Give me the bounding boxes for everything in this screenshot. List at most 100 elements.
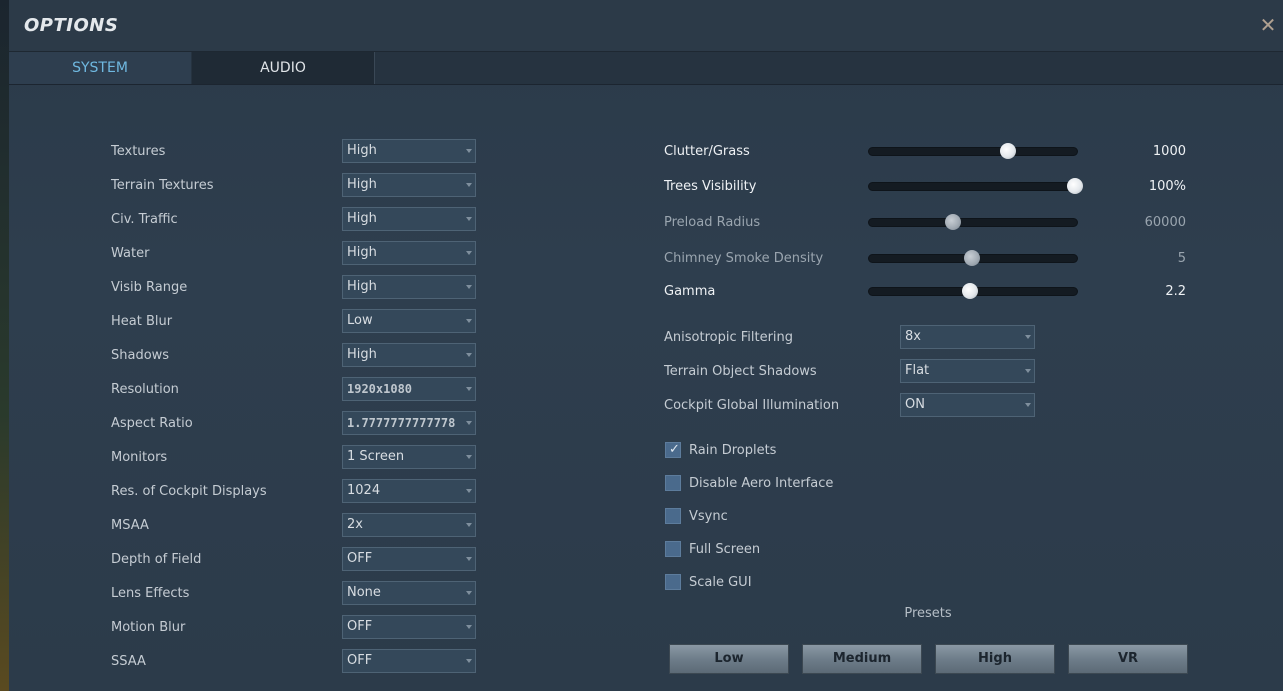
select-value: High: [347, 211, 377, 226]
preset-button-high[interactable]: High: [935, 644, 1055, 674]
checkbox-disable-aero-interface[interactable]: [665, 475, 681, 491]
select-value: 1.7777777777778: [347, 416, 456, 430]
select-value: 1024: [347, 483, 381, 498]
slider-trees-visibility[interactable]: [868, 178, 1083, 194]
chevron-down-icon: [466, 591, 472, 595]
tab-bar: SYSTEM AUDIO: [9, 52, 1283, 85]
slider-preload-radius[interactable]: [868, 214, 1078, 230]
close-icon[interactable]: ✕: [1259, 15, 1277, 35]
preset-button-medium[interactable]: Medium: [802, 644, 922, 674]
slider-thumb[interactable]: [963, 250, 980, 266]
select-value: High: [347, 279, 377, 294]
select-water[interactable]: High: [342, 241, 476, 265]
select-value: High: [347, 143, 377, 158]
setting-label-textures: Textures: [111, 144, 166, 159]
setting-label-res-of-cockpit-displays: Res. of Cockpit Displays: [111, 484, 267, 499]
select-civ-traffic[interactable]: High: [342, 207, 476, 231]
select-heat-blur[interactable]: Low: [342, 309, 476, 333]
select-lens-effects[interactable]: None: [342, 581, 476, 605]
select-value: 8x: [905, 329, 921, 344]
select-depth-of-field[interactable]: OFF: [342, 547, 476, 571]
select-value: OFF: [347, 551, 373, 566]
select-terrain-object-shadows[interactable]: Flat: [900, 359, 1035, 383]
chevron-down-icon: [466, 625, 472, 629]
chevron-down-icon: [466, 489, 472, 493]
chevron-down-icon: [1025, 335, 1031, 339]
setting-label-msaa: MSAA: [111, 518, 149, 533]
title-bar: OPTIONS ✕: [9, 0, 1283, 52]
checkbox-vsync[interactable]: [665, 508, 681, 524]
chevron-down-icon: [466, 455, 472, 459]
preset-button-low[interactable]: Low: [669, 644, 789, 674]
chevron-down-icon: [466, 149, 472, 153]
select-value: Low: [347, 313, 373, 328]
slider-chimney-smoke-density[interactable]: [868, 250, 1078, 266]
setting-label-motion-blur: Motion Blur: [111, 620, 186, 635]
chevron-down-icon: [466, 319, 472, 323]
presets-label: Presets: [904, 606, 952, 621]
chevron-down-icon: [466, 285, 472, 289]
select-value: 1920x1080: [347, 382, 413, 396]
select-msaa[interactable]: 2x: [342, 513, 476, 537]
select-value: High: [347, 177, 377, 192]
slider-thumb[interactable]: [1066, 178, 1083, 194]
checkbox-rain-droplets[interactable]: ✓: [665, 442, 681, 458]
select-textures[interactable]: High: [342, 139, 476, 163]
checkbox-label-vsync[interactable]: Vsync: [689, 509, 728, 524]
preset-button-vr[interactable]: VR: [1068, 644, 1188, 674]
select-res-of-cockpit-displays[interactable]: 1024: [342, 479, 476, 503]
setting-label-depth-of-field: Depth of Field: [111, 552, 202, 567]
slider-clutter-grass[interactable]: [868, 143, 1078, 159]
select-value: High: [347, 347, 377, 362]
select-cockpit-global-illumination[interactable]: ON: [900, 393, 1035, 417]
setting-label-shadows: Shadows: [111, 348, 170, 363]
slider-value-preload-radius: 60000: [1144, 215, 1186, 230]
setting-label-water: Water: [111, 246, 150, 261]
setting-label-visib-range: Visib Range: [111, 280, 188, 295]
select-resolution[interactable]: 1920x1080: [342, 377, 476, 401]
select-value: Flat: [905, 363, 930, 378]
window-title: OPTIONS: [24, 15, 119, 36]
slider-thumb[interactable]: [999, 143, 1016, 159]
setting-label-civ-traffic: Civ. Traffic: [111, 212, 178, 227]
checkbox-label-full-screen[interactable]: Full Screen: [689, 542, 760, 557]
chevron-down-icon: [1025, 369, 1031, 373]
slider-thumb[interactable]: [945, 214, 961, 230]
select-anisotropic-filtering[interactable]: 8x: [900, 325, 1035, 349]
checkbox-label-scale-gui[interactable]: Scale GUI: [689, 575, 752, 590]
select-value: None: [347, 585, 381, 600]
background-strip: [0, 0, 9, 691]
checkbox-label-disable-aero-interface[interactable]: Disable Aero Interface: [689, 476, 833, 491]
select-aspect-ratio[interactable]: 1.7777777777778: [342, 411, 476, 435]
select-value: ON: [905, 397, 925, 412]
select-value: OFF: [347, 619, 373, 634]
select-visib-range[interactable]: High: [342, 275, 476, 299]
slider-gamma[interactable]: [868, 283, 1078, 299]
slider-label-chimney-smoke-density: Chimney Smoke Density: [664, 251, 824, 266]
checkbox-scale-gui[interactable]: [665, 574, 681, 590]
setting-label-ssaa: SSAA: [111, 654, 146, 669]
setting-label-lens-effects: Lens Effects: [111, 586, 190, 601]
select-value: 2x: [347, 517, 363, 532]
chevron-down-icon: [466, 523, 472, 527]
setting-label-terrain-object-shadows: Terrain Object Shadows: [664, 364, 817, 379]
slider-value-gamma: 2.2: [1165, 284, 1186, 299]
select-shadows[interactable]: High: [342, 343, 476, 367]
select-monitors[interactable]: 1 Screen: [342, 445, 476, 469]
setting-label-aspect-ratio: Aspect Ratio: [111, 416, 193, 431]
select-ssaa[interactable]: OFF: [342, 649, 476, 673]
tab-system[interactable]: SYSTEM: [9, 52, 191, 84]
checkbox-full-screen[interactable]: [665, 541, 681, 557]
select-value: 1 Screen: [347, 449, 405, 464]
checkbox-label-rain-droplets[interactable]: Rain Droplets: [689, 443, 776, 458]
select-value: High: [347, 245, 377, 260]
slider-value-clutter-grass: 1000: [1152, 144, 1186, 159]
slider-label-clutter-grass: Clutter/Grass: [664, 144, 750, 159]
chevron-down-icon: [466, 421, 472, 425]
chevron-down-icon: [466, 183, 472, 187]
select-motion-blur[interactable]: OFF: [342, 615, 476, 639]
tab-audio[interactable]: AUDIO: [192, 52, 375, 84]
setting-label-cockpit-global-illumination: Cockpit Global Illumination: [664, 398, 840, 413]
slider-thumb[interactable]: [961, 283, 978, 299]
select-terrain-textures[interactable]: High: [342, 173, 476, 197]
